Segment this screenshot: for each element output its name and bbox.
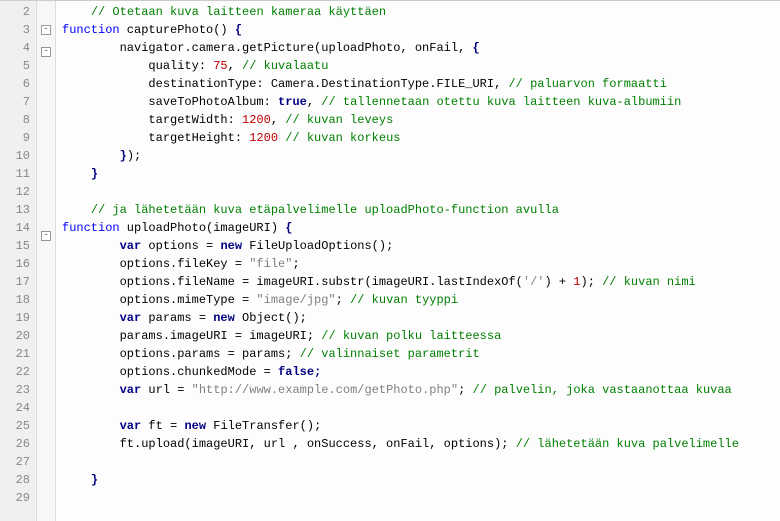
fold-marker — [39, 65, 53, 83]
code-line[interactable]: quality: 75, // kuvalaatu — [62, 57, 739, 75]
line-number: 13 — [4, 201, 30, 219]
line-number: 23 — [4, 381, 30, 399]
line-number: 16 — [4, 255, 30, 273]
fold-marker — [39, 209, 53, 227]
fold-marker — [39, 375, 53, 393]
line-number: 29 — [4, 489, 30, 507]
line-number: 12 — [4, 183, 30, 201]
code-line[interactable] — [62, 399, 739, 417]
fold-marker — [39, 321, 53, 339]
fold-marker — [39, 393, 53, 411]
code-area[interactable]: // Otetaan kuva laitteen kameraa käyttäe… — [56, 1, 745, 521]
code-line[interactable]: options.chunkedMode = false; — [62, 363, 739, 381]
line-number: 6 — [4, 75, 30, 93]
fold-marker — [39, 3, 53, 21]
code-line[interactable]: var options = new FileUploadOptions(); — [62, 237, 739, 255]
line-number: 11 — [4, 165, 30, 183]
code-line[interactable]: navigator.camera.getPicture(uploadPhoto,… — [62, 39, 739, 57]
code-line[interactable]: var params = new Object(); — [62, 309, 739, 327]
code-line[interactable]: } — [62, 165, 739, 183]
line-number: 18 — [4, 291, 30, 309]
code-line[interactable]: options.fileKey = "file"; — [62, 255, 739, 273]
line-number: 4 — [4, 39, 30, 57]
line-number: 27 — [4, 453, 30, 471]
fold-marker — [39, 155, 53, 173]
line-number: 24 — [4, 399, 30, 417]
line-number: 22 — [4, 363, 30, 381]
line-number: 7 — [4, 93, 30, 111]
code-line[interactable]: ft.upload(imageURI, url , onSuccess, onF… — [62, 435, 739, 453]
code-editor: 2345678910111213141516171819202122232425… — [0, 0, 780, 521]
code-line[interactable]: saveToPhotoAlbum: true, // tallennetaan … — [62, 93, 739, 111]
code-line[interactable]: targetWidth: 1200, // kuvan leveys — [62, 111, 739, 129]
code-line[interactable]: targetHeight: 1200 // kuvan korkeus — [62, 129, 739, 147]
line-number: 3 — [4, 21, 30, 39]
line-number: 8 — [4, 111, 30, 129]
code-line[interactable]: // Otetaan kuva laitteen kameraa käyttäe… — [62, 3, 739, 21]
line-number: 15 — [4, 237, 30, 255]
line-number: 17 — [4, 273, 30, 291]
fold-marker[interactable]: - — [39, 231, 53, 249]
fold-marker — [39, 173, 53, 191]
code-line[interactable] — [62, 489, 739, 507]
code-line[interactable]: options.mimeType = "image/jpg"; // kuvan… — [62, 291, 739, 309]
fold-marker — [39, 101, 53, 119]
line-number: 21 — [4, 345, 30, 363]
code-line[interactable]: function capturePhoto() { — [62, 21, 739, 39]
line-number: 26 — [4, 435, 30, 453]
line-number: 14 — [4, 219, 30, 237]
line-number: 28 — [4, 471, 30, 489]
fold-marker — [39, 357, 53, 375]
fold-marker — [39, 137, 53, 155]
code-line[interactable]: params.imageURI = imageURI; // kuvan pol… — [62, 327, 739, 345]
code-line[interactable]: var ft = new FileTransfer(); — [62, 417, 739, 435]
code-line[interactable]: } — [62, 471, 739, 489]
line-number: 2 — [4, 3, 30, 21]
fold-marker — [39, 303, 53, 321]
fold-marker — [39, 483, 53, 501]
line-number: 10 — [4, 147, 30, 165]
fold-marker — [39, 465, 53, 483]
fold-marker — [39, 191, 53, 209]
code-line[interactable]: options.params = params; // valinnaiset … — [62, 345, 739, 363]
fold-marker — [39, 119, 53, 137]
fold-marker — [39, 411, 53, 429]
code-line[interactable]: // ja lähetetään kuva etäpalvelimelle up… — [62, 201, 739, 219]
line-number: 5 — [4, 57, 30, 75]
fold-marker — [39, 501, 53, 519]
fold-marker — [39, 267, 53, 285]
fold-marker — [39, 339, 53, 357]
fold-marker — [39, 447, 53, 465]
code-line[interactable]: destinationType: Camera.DestinationType.… — [62, 75, 739, 93]
code-line[interactable] — [62, 453, 739, 471]
code-line[interactable]: }); — [62, 147, 739, 165]
line-number: 19 — [4, 309, 30, 327]
fold-marker[interactable]: - — [39, 47, 53, 65]
code-line[interactable]: function uploadPhoto(imageURI) { — [62, 219, 739, 237]
code-line[interactable]: var url = "http://www.example.com/getPho… — [62, 381, 739, 399]
line-number-gutter: 2345678910111213141516171819202122232425… — [0, 1, 37, 521]
fold-marker[interactable]: - — [39, 25, 53, 43]
code-line[interactable] — [62, 183, 739, 201]
fold-marker — [39, 285, 53, 303]
fold-marker — [39, 429, 53, 447]
line-number: 25 — [4, 417, 30, 435]
code-line[interactable]: options.fileName = imageURI.substr(image… — [62, 273, 739, 291]
line-number: 9 — [4, 129, 30, 147]
fold-gutter: - - - — [37, 1, 56, 521]
fold-marker — [39, 83, 53, 101]
fold-marker — [39, 249, 53, 267]
line-number: 20 — [4, 327, 30, 345]
